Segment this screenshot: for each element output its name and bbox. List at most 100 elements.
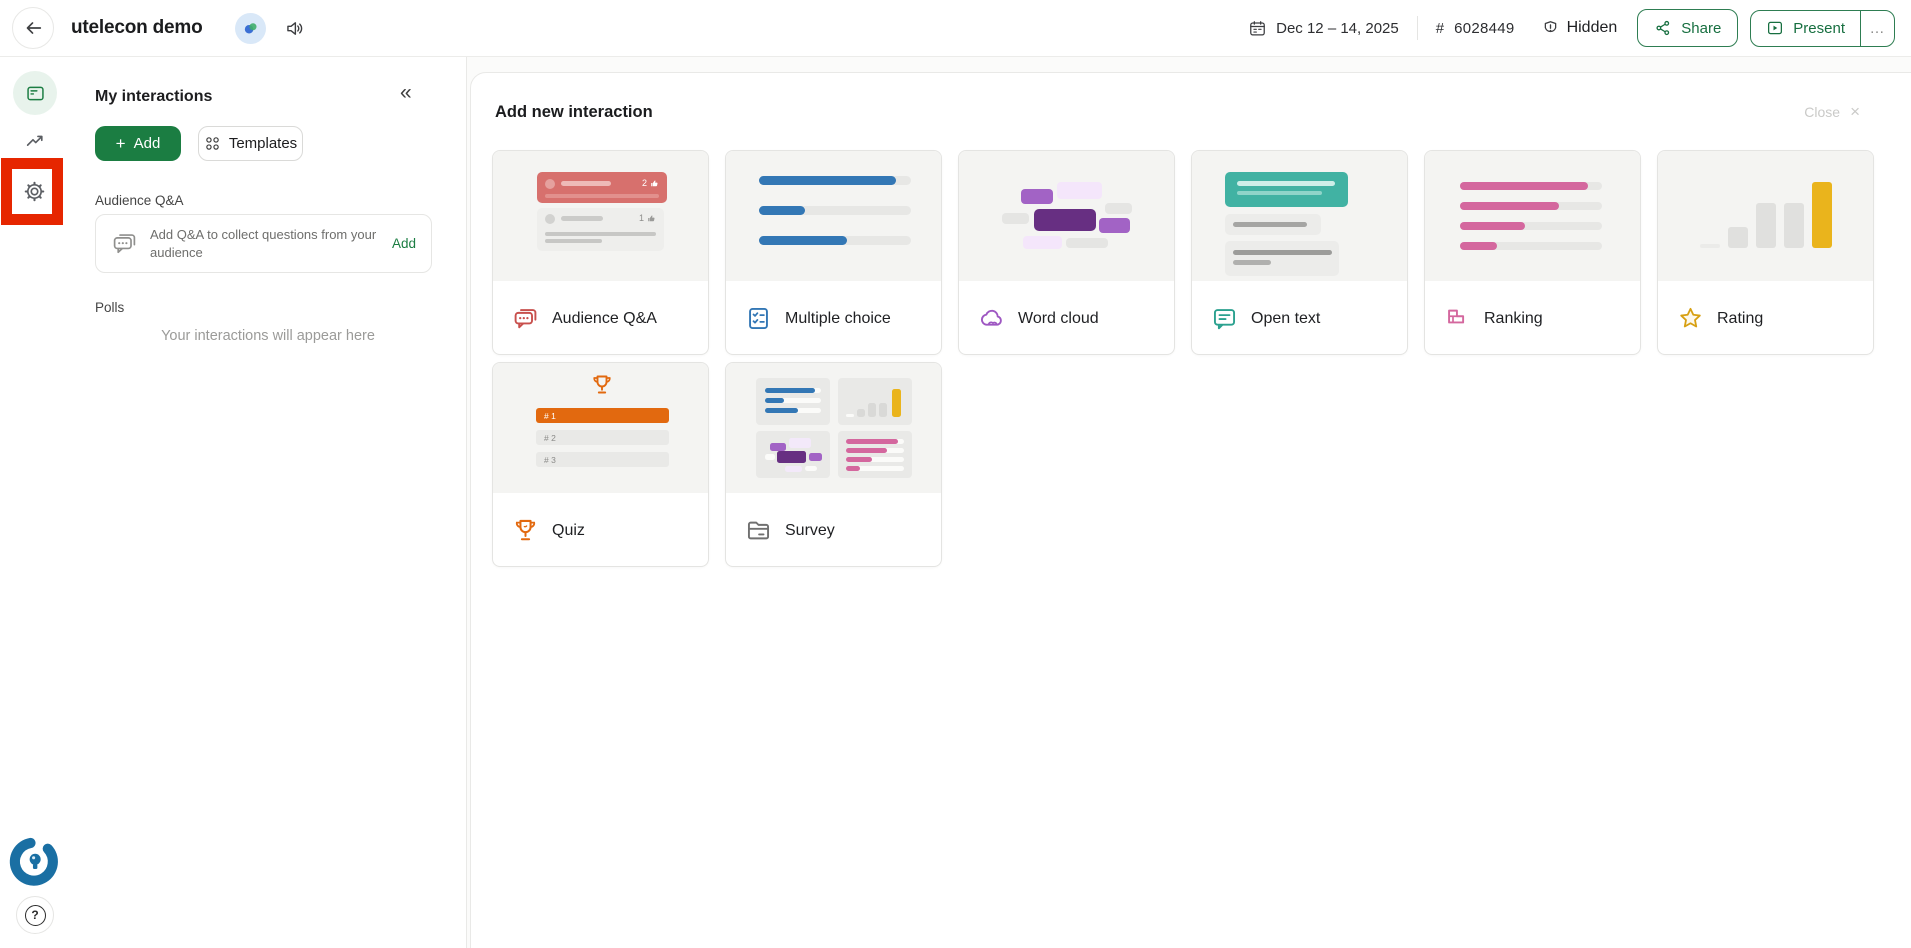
add-interaction-title: Add new interaction bbox=[495, 103, 653, 122]
interaction-card-ranking[interactable]: Ranking bbox=[1424, 150, 1641, 355]
trophy-icon bbox=[590, 373, 614, 397]
card-label: Open text bbox=[1251, 310, 1320, 328]
trend-icon bbox=[24, 130, 46, 152]
card-label-row: Quiz bbox=[493, 493, 708, 567]
card-label-row: Multiple choice bbox=[726, 281, 941, 355]
present-split-button: Present … bbox=[1750, 10, 1895, 47]
thumbs-up-icon bbox=[650, 179, 659, 188]
app-window: utelecon demo D bbox=[0, 0, 1911, 948]
card-label-row: Audience Q&A bbox=[493, 281, 708, 355]
close-label: Close bbox=[1804, 104, 1840, 120]
avatar-logo-icon bbox=[242, 20, 259, 37]
interaction-card-open-text[interactable]: Open text bbox=[1191, 150, 1408, 355]
share-button[interactable]: Share bbox=[1637, 9, 1738, 47]
interaction-card-quiz[interactable]: # 1 # 2 # 3 Quiz bbox=[492, 362, 709, 567]
card-label-row: Survey bbox=[726, 493, 941, 567]
card-label: Word cloud bbox=[1018, 310, 1099, 328]
panel-title: My interactions bbox=[95, 88, 212, 106]
share-icon bbox=[1654, 19, 1672, 37]
panel-buttons: + Add Templates bbox=[95, 126, 303, 161]
interaction-card-survey[interactable]: Survey bbox=[725, 362, 942, 567]
question-mark-icon: ? bbox=[25, 905, 46, 926]
top-header: utelecon demo D bbox=[0, 0, 1911, 57]
calendar-icon bbox=[1248, 19, 1267, 38]
multiple-choice-thumbnail bbox=[726, 151, 941, 281]
main-area: Add new interaction Close × bbox=[467, 57, 1911, 948]
close-panel-button[interactable]: Close × bbox=[1804, 102, 1860, 122]
interaction-card-multiple-choice[interactable]: Multiple choice bbox=[725, 150, 942, 355]
card-label: Audience Q&A bbox=[552, 310, 657, 328]
date-text: Dec 12 – 14, 2025 bbox=[1276, 20, 1399, 37]
templates-label: Templates bbox=[229, 135, 297, 152]
close-x-icon: × bbox=[1850, 102, 1860, 122]
add-label: Add bbox=[134, 135, 161, 152]
share-label: Share bbox=[1681, 20, 1721, 37]
voting-code[interactable]: 6028449 bbox=[1454, 20, 1515, 37]
add-interaction-panel: Add new interaction Close × bbox=[470, 72, 1911, 948]
qna-vote-count-2: 1 bbox=[639, 213, 644, 223]
my-interactions-panel: My interactions « + Add Templates Audien… bbox=[70, 57, 467, 948]
ranking-icon bbox=[1444, 305, 1471, 332]
survey-thumbnail bbox=[726, 363, 941, 493]
quiz-rank-2: # 2 bbox=[536, 430, 669, 445]
quiz-trophy-icon bbox=[512, 517, 539, 544]
quiz-thumbnail: # 1 # 2 # 3 bbox=[493, 363, 708, 493]
slides-icon bbox=[25, 83, 46, 104]
card-label: Quiz bbox=[552, 522, 585, 540]
gear-icon bbox=[22, 179, 47, 204]
rail-item-slides[interactable] bbox=[13, 71, 57, 115]
megaphone-icon bbox=[284, 18, 305, 39]
present-button[interactable]: Present bbox=[1751, 11, 1860, 46]
rating-star-icon bbox=[1677, 305, 1704, 332]
date-range[interactable]: Dec 12 – 14, 2025 bbox=[1248, 19, 1399, 38]
left-icon-rail: ? bbox=[0, 57, 70, 948]
survey-folder-icon bbox=[745, 517, 772, 544]
quiz-rank-3: # 3 bbox=[536, 452, 669, 467]
multiple-choice-icon bbox=[745, 305, 772, 332]
collaborator-avatar[interactable] bbox=[235, 13, 266, 44]
rail-item-settings[interactable] bbox=[22, 179, 47, 204]
rail-item-results[interactable] bbox=[24, 130, 46, 152]
templates-grid-icon bbox=[204, 135, 221, 152]
arrow-left-icon bbox=[22, 17, 44, 39]
audience-qna-thumbnail: 2 1 bbox=[493, 151, 708, 281]
card-label: Ranking bbox=[1484, 310, 1543, 328]
qa-add-box[interactable]: Add Q&A to collect questions from your a… bbox=[95, 214, 432, 273]
card-label-row: Word cloud bbox=[959, 281, 1174, 355]
header-divider bbox=[1417, 16, 1418, 40]
qna-vote-count-1: 2 bbox=[642, 178, 647, 188]
visibility-status[interactable]: Hidden bbox=[1541, 19, 1618, 38]
open-text-thumbnail bbox=[1192, 151, 1407, 281]
back-button[interactable] bbox=[12, 7, 54, 49]
header-right: Dec 12 – 14, 2025 # 6028449 Hidden bbox=[1248, 9, 1911, 47]
add-button[interactable]: + Add bbox=[95, 126, 181, 161]
header-left: utelecon demo bbox=[0, 7, 305, 49]
open-text-icon bbox=[1211, 305, 1238, 332]
collapse-panel-button[interactable]: « bbox=[400, 81, 412, 105]
qa-bubble-icon bbox=[111, 230, 138, 257]
qa-add-link[interactable]: Add bbox=[392, 236, 416, 251]
app-logo[interactable] bbox=[8, 835, 61, 888]
audience-qna-icon bbox=[512, 305, 539, 332]
card-label-row: Ranking bbox=[1425, 281, 1640, 355]
thumbs-up-icon bbox=[647, 214, 656, 223]
card-label: Rating bbox=[1717, 310, 1763, 328]
present-more-button[interactable]: … bbox=[1860, 11, 1894, 46]
polls-empty-text: Your interactions will appear here bbox=[70, 328, 466, 344]
word-cloud-icon bbox=[978, 305, 1005, 332]
presentation-title: utelecon demo bbox=[71, 17, 202, 39]
present-play-icon bbox=[1766, 19, 1784, 37]
polls-section-label: Polls bbox=[95, 300, 124, 315]
help-button[interactable]: ? bbox=[16, 896, 54, 934]
interaction-card-audience-qna[interactable]: 2 1 bbox=[492, 150, 709, 355]
announce-button[interactable] bbox=[284, 18, 305, 39]
card-label-row: Rating bbox=[1658, 281, 1873, 355]
qa-section-label: Audience Q&A bbox=[95, 193, 184, 208]
interaction-card-word-cloud[interactable]: Word cloud bbox=[958, 150, 1175, 355]
present-label: Present bbox=[1793, 20, 1845, 37]
rating-thumbnail bbox=[1658, 151, 1873, 281]
visibility-label: Hidden bbox=[1567, 19, 1618, 37]
interaction-card-rating[interactable]: Rating bbox=[1657, 150, 1874, 355]
hash-symbol: # bbox=[1436, 20, 1444, 37]
templates-button[interactable]: Templates bbox=[198, 126, 303, 161]
